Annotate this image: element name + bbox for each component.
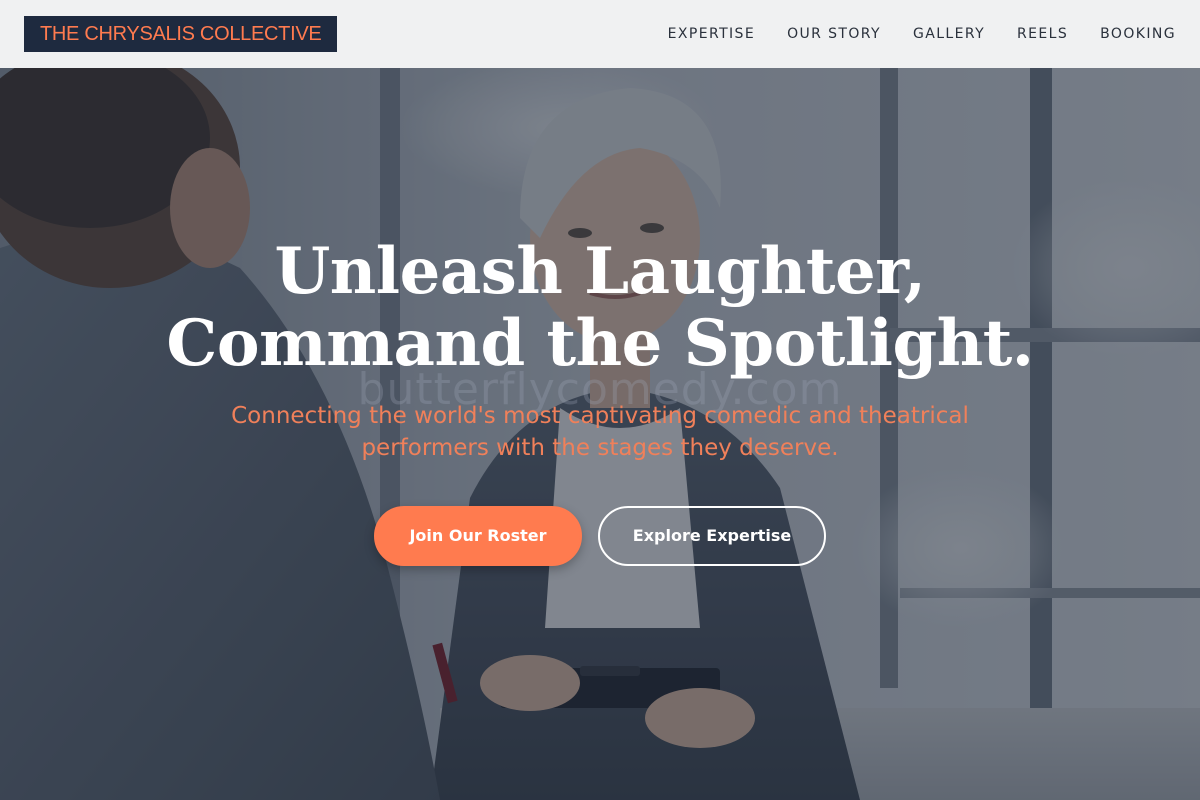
hero-content: butterflycomedy.com Unleash Laughter, Co…	[0, 68, 1200, 800]
site-header: THE CHRYSALIS COLLECTIVE EXPERTISE OUR S…	[0, 0, 1200, 68]
hero-buttons: Join Our Roster Explore Expertise	[0, 506, 1200, 566]
site-logo[interactable]: THE CHRYSALIS COLLECTIVE	[24, 16, 338, 52]
landing-page: THE CHRYSALIS COLLECTIVE EXPERTISE OUR S…	[0, 0, 1200, 800]
hero-subtitle: Connecting the world's most captivating …	[231, 403, 969, 461]
nav-link-booking[interactable]: BOOKING	[1100, 26, 1176, 42]
nav-link-our-story[interactable]: OUR STORY	[787, 26, 881, 42]
nav-link-gallery[interactable]: GALLERY	[913, 26, 985, 42]
main-nav: EXPERTISE OUR STORY GALLERY REELS BOOKIN…	[668, 0, 1176, 68]
join-roster-button[interactable]: Join Our Roster	[374, 506, 582, 566]
hero-section: butterflycomedy.com Unleash Laughter, Co…	[0, 68, 1200, 800]
hero-headline-line-2: Command the Spotlight.	[166, 306, 1034, 381]
hero-headline: Unleash Laughter, Command the Spotlight.	[0, 236, 1200, 380]
nav-link-expertise[interactable]: EXPERTISE	[668, 26, 755, 42]
hero-headline-line-1: Unleash Laughter,	[274, 234, 926, 309]
nav-link-reels[interactable]: REELS	[1017, 26, 1068, 42]
explore-expertise-button[interactable]: Explore Expertise	[598, 506, 826, 566]
